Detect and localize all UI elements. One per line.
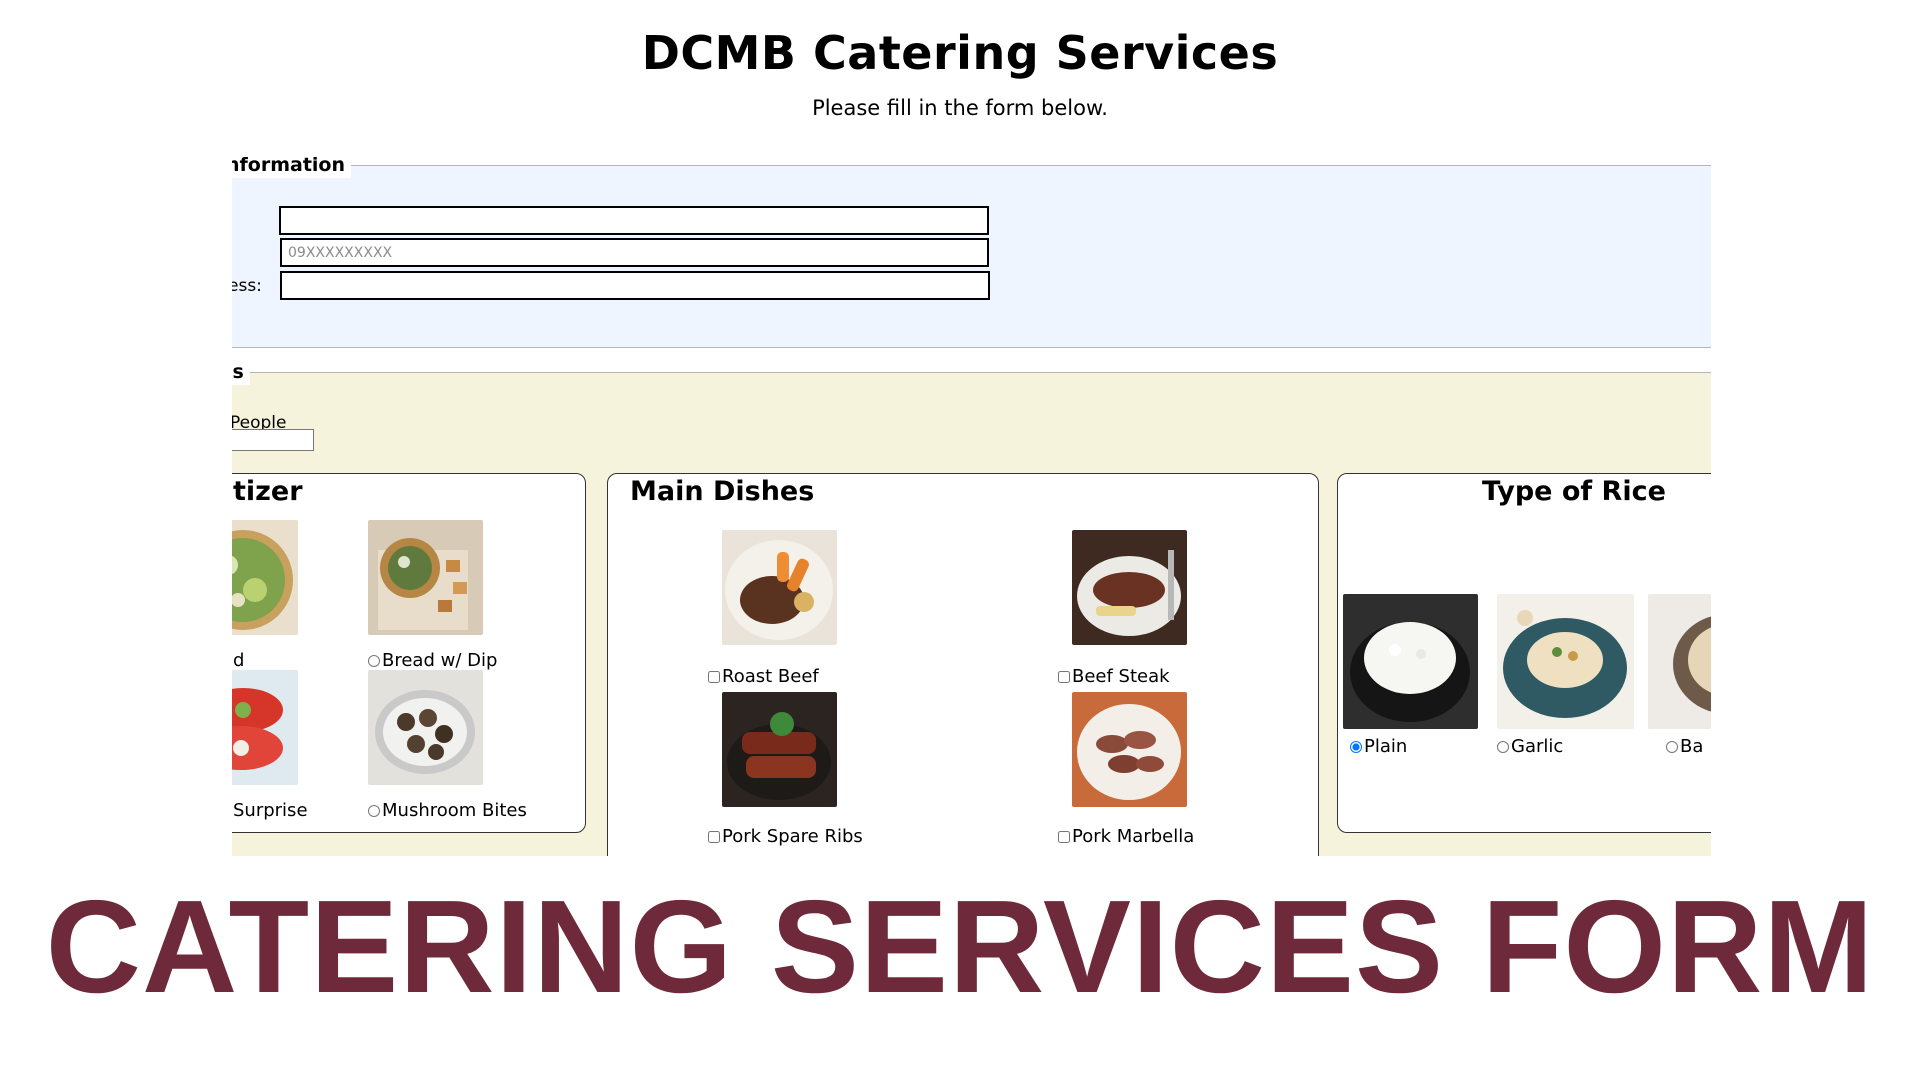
salad-photo-icon [232,520,298,635]
rice-title: Type of Rice [1482,476,1666,507]
appetizer-title: tizer [233,476,303,507]
form-viewport: nformation ess: ls People tizer d Bread … [232,150,1711,856]
rice-radio[interactable] [1666,740,1678,753]
pork-marbella-photo-icon [1072,692,1187,807]
plain-rice-photo-icon [1343,594,1478,729]
rice-radio[interactable] [1497,740,1509,753]
rice-option-ba[interactable]: Ba [1666,736,1703,757]
appetizer-option-mushroom[interactable]: Mushroom Bites [368,800,527,821]
rice-photo-icon [1648,594,1711,729]
beef-steak-photo-icon [1072,530,1187,645]
page-title: DCMB Catering Services [641,26,1279,80]
appetizer-radio[interactable] [368,804,380,817]
main-dishes-card: Main Dishes Roast Beef Beef Steak Pork S… [607,473,1319,856]
bread-dip-photo-icon [368,520,483,635]
event-details-legend: ls [232,359,250,385]
address-label: ess: [232,276,262,296]
main-dish-checkbox[interactable] [708,830,720,843]
roast-beef-photo-icon [722,530,837,645]
spare-ribs-photo-icon [722,692,837,807]
people-input[interactable] [232,429,314,451]
main-option-spare-ribs[interactable]: Pork Spare Ribs [708,826,863,847]
phone-input[interactable] [280,238,989,267]
name-input[interactable] [279,206,989,235]
personal-info-fieldset: nformation ess: [232,152,1711,348]
banner-title: CATERING SERVICES FORM [45,873,1875,1020]
main-option-beef-steak[interactable]: Beef Steak [1058,666,1170,687]
appetizer-option-bread[interactable]: Bread w/ Dip [368,650,497,671]
appetizer-radio[interactable] [368,654,380,667]
garlic-rice-photo-icon [1497,594,1634,729]
event-details-fieldset: ls People tizer d Bread w/ Dip Surprise … [232,359,1711,856]
appetizer-option[interactable]: d [233,650,244,671]
main-dish-checkbox[interactable] [1058,670,1070,683]
page-subtitle: Please fill in the form below. [812,96,1108,120]
address-input[interactable] [280,271,990,300]
mushroom-photo-icon [368,670,483,785]
main-dishes-title: Main Dishes [630,476,815,507]
main-option-pork-marbella[interactable]: Pork Marbella [1058,826,1194,847]
main-dish-checkbox[interactable] [708,670,720,683]
rice-card: Type of Rice Plain Garlic Ba [1337,473,1711,833]
main-option-roast-beef[interactable]: Roast Beef [708,666,819,687]
rice-radio[interactable] [1350,740,1362,753]
rice-option-plain[interactable]: Plain [1350,736,1407,757]
appetizer-card: tizer d Bread w/ Dip Surprise Mushroom B… [232,473,586,833]
main-dish-checkbox[interactable] [1058,830,1070,843]
appetizer-option-surprise[interactable]: Surprise [233,800,308,821]
tomato-photo-icon [232,670,298,785]
rice-option-garlic[interactable]: Garlic [1497,736,1563,757]
personal-info-legend: nformation [232,152,352,178]
